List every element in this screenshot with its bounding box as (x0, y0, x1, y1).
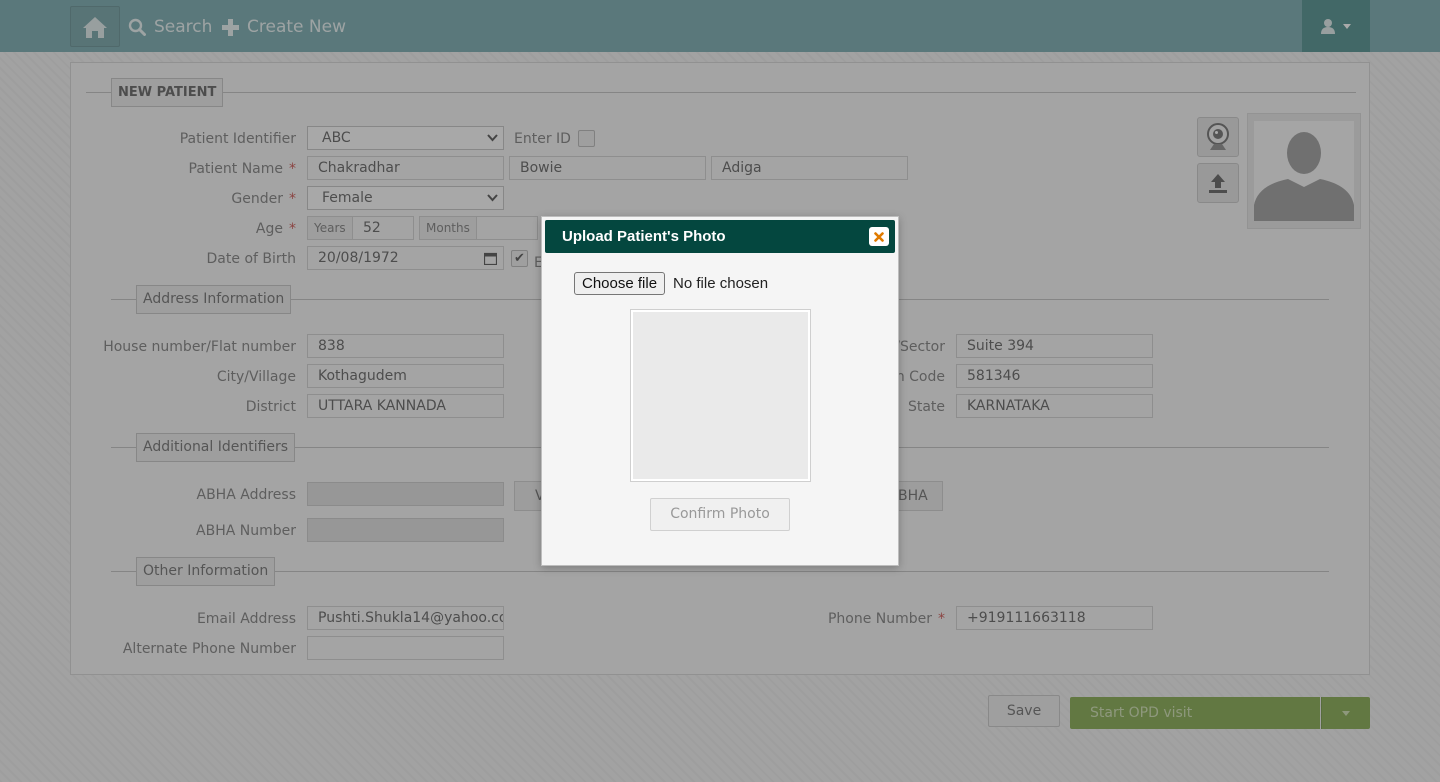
file-input[interactable]: Choose file No file chosen (574, 271, 768, 295)
file-status: No file chosen (673, 274, 769, 292)
photo-preview (631, 310, 810, 481)
close-button[interactable] (869, 227, 889, 246)
close-icon (874, 231, 884, 242)
dialog-title-bar: Upload Patient's Photo (545, 220, 895, 253)
confirm-photo-button[interactable]: Confirm Photo (650, 498, 790, 531)
upload-photo-dialog: Upload Patient's Photo Choose file No fi… (541, 216, 899, 566)
choose-file-button[interactable]: Choose file (574, 271, 666, 295)
dialog-title: Upload Patient's Photo (562, 228, 726, 245)
